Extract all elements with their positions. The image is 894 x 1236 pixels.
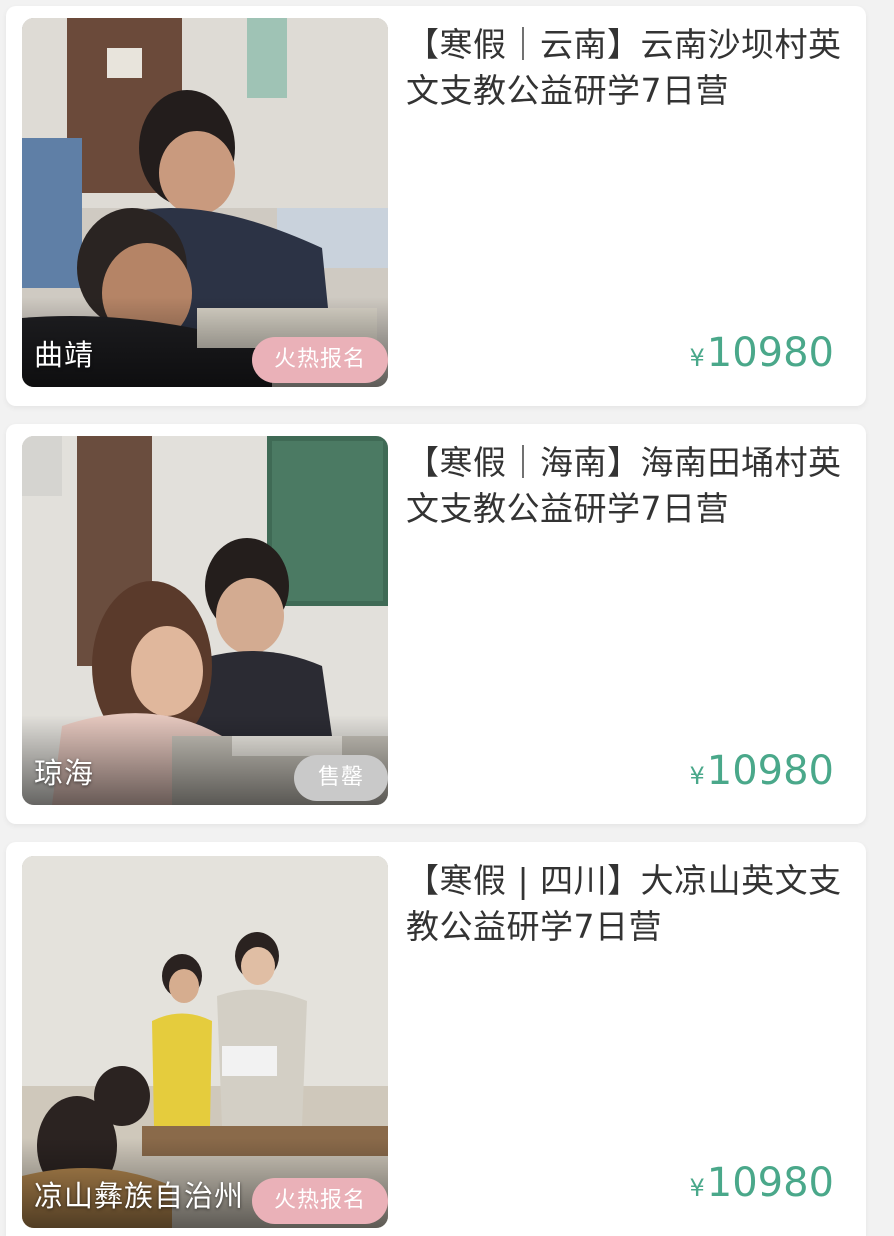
camp-list: 曲靖 火热报名 【寒假｜云南】云南沙坝村英文支教公益研学7日营 ¥10980 琼… <box>0 0 894 1236</box>
camp-photo[interactable]: 凉山彝族自治州 火热报名 <box>22 856 388 1228</box>
camp-title[interactable]: 【寒假｜海南】海南田埇村英文支教公益研学7日营 <box>406 440 846 532</box>
sold-out-badge: 售罄 <box>293 755 388 801</box>
price-value: 10980 <box>706 748 834 794</box>
location-label: 曲靖 <box>34 338 95 372</box>
camp-card-sichuan[interactable]: 凉山彝族自治州 火热报名 【寒假 | 四川】大凉山英文支教公益研学7日营 ¥10… <box>6 842 866 1236</box>
camp-photo[interactable]: 曲靖 火热报名 <box>22 18 388 387</box>
camp-card-yunnan[interactable]: 曲靖 火热报名 【寒假｜云南】云南沙坝村英文支教公益研学7日营 ¥10980 <box>6 6 866 406</box>
camp-title[interactable]: 【寒假 | 四川】大凉山英文支教公益研学7日营 <box>406 858 846 950</box>
hot-signup-badge: 火热报名 <box>251 337 388 383</box>
price-label: ¥10980 <box>689 1160 834 1206</box>
price-value: 10980 <box>706 330 834 376</box>
price-label: ¥10980 <box>689 748 834 794</box>
location-label: 凉山彝族自治州 <box>34 1179 245 1213</box>
currency-symbol: ¥ <box>689 1174 705 1202</box>
price-label: ¥10980 <box>689 330 834 376</box>
camp-card-hainan[interactable]: 琼海 售罄 【寒假｜海南】海南田埇村英文支教公益研学7日营 ¥10980 <box>6 424 866 824</box>
currency-symbol: ¥ <box>689 762 705 790</box>
location-label: 琼海 <box>34 756 95 790</box>
hot-signup-badge: 火热报名 <box>251 1178 388 1224</box>
currency-symbol: ¥ <box>689 344 705 372</box>
camp-photo[interactable]: 琼海 售罄 <box>22 436 388 805</box>
price-value: 10980 <box>706 1160 834 1206</box>
camp-title[interactable]: 【寒假｜云南】云南沙坝村英文支教公益研学7日营 <box>406 22 846 114</box>
